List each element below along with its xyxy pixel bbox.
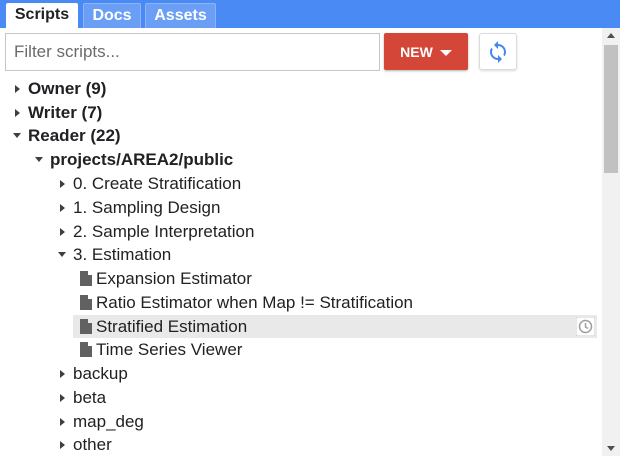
filter-scripts-input[interactable]: [5, 33, 380, 71]
tree-file-label: Stratified Estimation: [96, 316, 248, 336]
file-icon: [80, 342, 92, 357]
expand-arrow-icon[interactable]: [57, 440, 67, 450]
tree-file-label: Expansion Estimator: [96, 268, 252, 288]
tree-folder[interactable]: other: [0, 433, 600, 456]
expand-arrow-icon[interactable]: [12, 84, 22, 94]
tree-folder-label: beta: [73, 387, 107, 407]
refresh-icon: [490, 40, 506, 63]
vertical-scrollbar[interactable]: [602, 28, 620, 456]
tree-group-label: Reader (22): [28, 125, 121, 145]
tree-group-label: Writer (7): [28, 102, 103, 122]
scroll-up-arrow-icon[interactable]: [607, 33, 615, 38]
expand-arrow-icon[interactable]: [12, 108, 22, 118]
tree-file-label: Time Series Viewer: [96, 339, 243, 359]
tab-bar: Scripts Docs Assets: [0, 0, 620, 28]
expand-arrow-icon[interactable]: [57, 369, 67, 379]
tree-group-owner[interactable]: Owner (9): [0, 77, 600, 100]
tree-folder[interactable]: backup: [0, 362, 600, 385]
tree-folder-label: 0. Create Stratification: [73, 173, 242, 193]
tree-file-label: Ratio Estimator when Map != Stratificati…: [96, 292, 413, 312]
tree-folder-label: backup: [73, 363, 128, 383]
new-button[interactable]: NEW: [384, 33, 468, 70]
tree-file[interactable]: Time Series Viewer: [0, 338, 600, 361]
expand-arrow-icon[interactable]: [57, 393, 67, 403]
tree-folder-label: 3. Estimation: [73, 244, 172, 264]
tree-folder[interactable]: map_deg: [0, 410, 600, 433]
tab-assets[interactable]: Assets: [145, 3, 216, 28]
tab-docs[interactable]: Docs: [83, 3, 141, 28]
tree-repo-label: projects/AREA2/public: [50, 149, 234, 169]
tree-folder-label: other: [73, 434, 112, 454]
expand-arrow-icon[interactable]: [57, 203, 67, 213]
tree-group-label: Owner (9): [28, 78, 107, 98]
caret-down-icon: [439, 49, 452, 56]
tree-folder[interactable]: 0. Create Stratification: [0, 172, 600, 195]
tree-folder-label: map_deg: [73, 411, 144, 431]
history-icon[interactable]: [576, 317, 595, 336]
tree-folder[interactable]: 3. Estimation: [0, 243, 600, 266]
tree-folder[interactable]: 1. Sampling Design: [0, 196, 600, 219]
tree-file[interactable]: Ratio Estimator when Map != Stratificati…: [0, 291, 600, 314]
scroll-down-arrow-icon[interactable]: [607, 446, 615, 451]
collapse-arrow-icon[interactable]: [34, 155, 44, 165]
expand-arrow-icon[interactable]: [57, 179, 67, 189]
tree-file[interactable]: Expansion Estimator: [0, 267, 600, 290]
script-tree: Owner (9) Writer (7) Reader (22) project…: [0, 76, 602, 456]
tree-file-selected[interactable]: Stratified Estimation: [0, 315, 600, 338]
tree-repo[interactable]: projects/AREA2/public: [0, 148, 600, 171]
tree-folder[interactable]: 2. Sample Interpretation: [0, 220, 600, 243]
scrollbar-thumb[interactable]: [604, 45, 618, 173]
collapse-arrow-icon[interactable]: [57, 250, 67, 260]
tree-group-reader[interactable]: Reader (22): [0, 124, 600, 147]
expand-arrow-icon[interactable]: [57, 417, 67, 427]
file-icon: [80, 271, 92, 286]
tab-scripts[interactable]: Scripts: [6, 3, 78, 28]
file-icon: [80, 295, 92, 310]
file-icon: [80, 319, 92, 334]
refresh-button[interactable]: [479, 33, 517, 70]
collapse-arrow-icon[interactable]: [12, 131, 22, 141]
new-button-label: NEW: [400, 43, 433, 60]
tree-folder-label: 2. Sample Interpretation: [73, 221, 255, 241]
tree-group-writer[interactable]: Writer (7): [0, 101, 600, 124]
tree-folder-label: 1. Sampling Design: [73, 197, 221, 217]
expand-arrow-icon[interactable]: [57, 227, 67, 237]
tree-folder[interactable]: beta: [0, 386, 600, 409]
